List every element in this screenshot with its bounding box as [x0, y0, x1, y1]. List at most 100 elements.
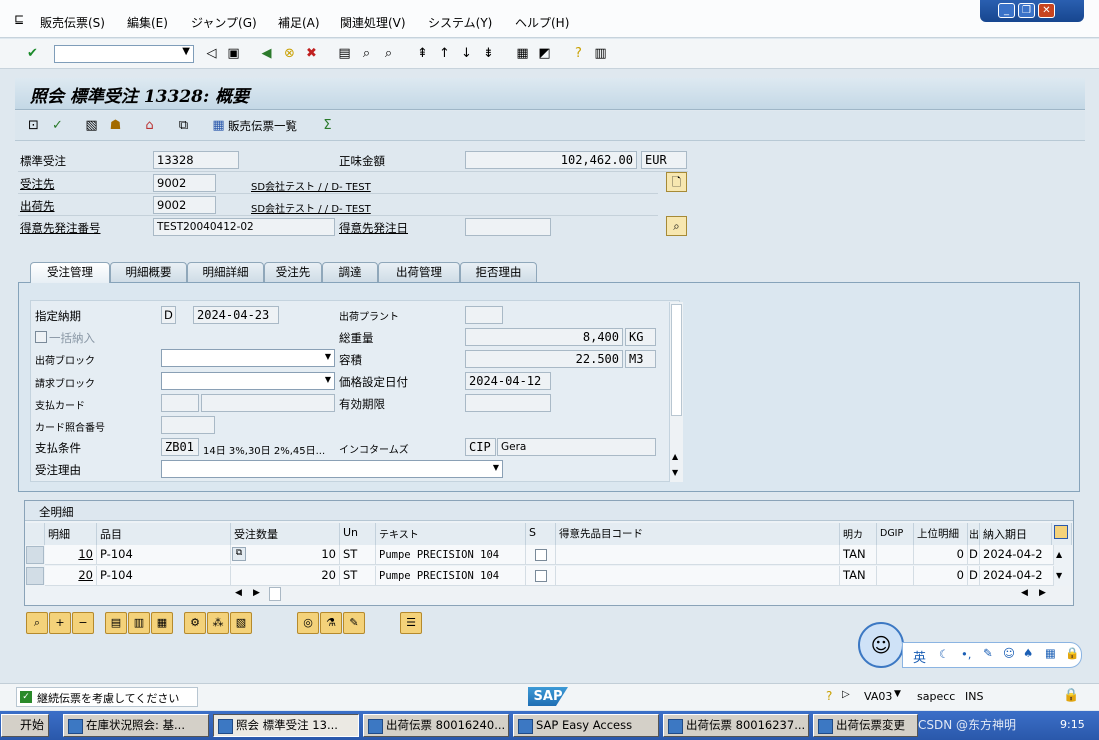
sales-doc-list-button[interactable]: 販売伝票一覧	[228, 118, 297, 134]
pricing-icon[interactable]: ▧	[230, 612, 252, 634]
complete-delivery-checkbox[interactable]	[35, 331, 47, 343]
col-dgip[interactable]: DGIP	[877, 523, 914, 545]
partner-icon[interactable]: ☗	[107, 117, 124, 134]
select-block-icon[interactable]: ▥	[128, 612, 150, 634]
find-next-icon[interactable]: ⌕	[380, 45, 397, 62]
hscroll-thumb[interactable]	[269, 587, 281, 601]
scroll-down-icon[interactable]: ▼	[672, 468, 678, 477]
col-material[interactable]: 品目	[97, 523, 231, 545]
select-all-icon[interactable]: ▤	[105, 612, 127, 634]
valid-to-field[interactable]	[465, 394, 551, 412]
help-icon[interactable]: ?	[570, 45, 587, 62]
weight-unit-field[interactable]: KG	[625, 328, 656, 346]
table-row-delivery-flag[interactable]: D	[968, 545, 980, 565]
new-session-icon[interactable]: ▦	[514, 45, 531, 62]
scroll-thumb[interactable]	[671, 304, 682, 416]
col-unit[interactable]: Un	[340, 523, 376, 545]
po-number-field[interactable]: TEST20040412-02	[153, 218, 335, 236]
structure-icon[interactable]: ⁂	[207, 612, 229, 634]
tab-procurement[interactable]: 調達	[322, 262, 378, 282]
table-row-customer-material[interactable]	[556, 566, 840, 586]
row-selector[interactable]	[26, 546, 44, 564]
order-number-field[interactable]: 13328	[153, 151, 239, 169]
table-scroll-up-icon[interactable]: ▲	[1056, 550, 1062, 559]
table-row-category[interactable]: TAN	[840, 566, 877, 586]
select-all-header[interactable]	[25, 523, 45, 545]
card-type-field[interactable]	[161, 394, 199, 412]
f4-help-icon[interactable]: ⧉	[232, 547, 246, 561]
ship-to-field[interactable]: 9002	[153, 196, 216, 214]
wrench-icon[interactable]: ✎	[983, 646, 993, 660]
check-icon[interactable]: ✓	[49, 117, 66, 134]
taskbar-item[interactable]: 出荷伝票 80016237...	[663, 714, 809, 737]
tab-shipping[interactable]: 出荷管理	[378, 262, 460, 282]
po-date-label[interactable]: 得意先発注日	[339, 220, 408, 236]
menu-extras[interactable]: 補足(A)	[278, 14, 320, 31]
shortcut-icon[interactable]: ◩	[536, 45, 553, 62]
shirt-icon[interactable]: ♠	[1023, 646, 1033, 660]
lock-icon[interactable]: 🔒	[1065, 646, 1079, 660]
req-delivery-type-field[interactable]: D	[161, 306, 176, 324]
table-row-higher-item[interactable]: 0	[914, 566, 968, 586]
table-row-unit[interactable]: ST	[340, 566, 376, 586]
search-detail-icon[interactable]: ⌕	[666, 216, 687, 236]
start-button[interactable]: 开始	[1, 714, 49, 737]
save-icon[interactable]: ▣	[225, 45, 242, 62]
table-row-higher-item[interactable]: 0	[914, 545, 968, 565]
emoji-icon[interactable]: ☺	[1003, 646, 1015, 660]
next-page-icon[interactable]: ↓	[458, 45, 475, 62]
display-icon[interactable]: ⊡	[25, 117, 42, 134]
availability-icon[interactable]: ◎	[297, 612, 319, 634]
delete-row-icon[interactable]: −	[72, 612, 94, 634]
document-icon[interactable]: 🗋	[666, 172, 687, 192]
scroll-left-icon[interactable]: ◀	[1021, 588, 1028, 598]
table-hscrollbar[interactable]: ◀ ▶ ◀ ▶	[231, 586, 1071, 602]
col-status[interactable]: S	[526, 523, 556, 545]
col-customer-material[interactable]: 得意先品目コード	[556, 523, 840, 545]
taskbar-item[interactable]: 出荷伝票 80016240...	[363, 714, 509, 737]
panel-scrollbar[interactable]: ▲ ▼	[669, 302, 683, 482]
ime-mascot-icon[interactable]: ☺	[858, 622, 904, 668]
table-row-qty[interactable]: 20	[231, 566, 340, 586]
plant-field[interactable]	[465, 306, 503, 324]
row-selector[interactable]	[26, 567, 44, 585]
delivery-block-dropdown[interactable]	[161, 349, 335, 367]
menu-system[interactable]: システム(Y)	[428, 14, 492, 31]
table-row-item[interactable]: 10	[45, 545, 97, 565]
table-row-delivery-flag[interactable]: D	[968, 566, 980, 586]
currency-field[interactable]: EUR	[641, 151, 687, 169]
tab-sales[interactable]: 受注管理	[30, 262, 110, 283]
table-row-unit[interactable]: ST	[340, 545, 376, 565]
row-checkbox[interactable]	[535, 570, 547, 582]
scroll-left-icon[interactable]: ◀	[235, 588, 242, 598]
tab-item-overview[interactable]: 明細概要	[110, 262, 187, 282]
menu-goto[interactable]: ジャンプ(G)	[191, 14, 257, 31]
scroll-up-icon[interactable]: ▲	[672, 452, 678, 461]
table-row-dgip[interactable]	[877, 566, 914, 586]
find-icon[interactable]: ⌕	[358, 45, 375, 62]
list-icon[interactable]: ▦	[210, 117, 227, 134]
lock-icon[interactable]: 🔒	[1063, 688, 1079, 703]
table-row-dgip[interactable]	[877, 545, 914, 565]
home-icon[interactable]: ⌂	[141, 117, 158, 134]
taskbar-item[interactable]: SAP Easy Access	[513, 714, 659, 737]
col-delivery-date[interactable]: 納入期日	[980, 523, 1052, 545]
print-preview-icon[interactable]: ☰	[400, 612, 422, 634]
ship-to-label[interactable]: 出荷先	[20, 198, 55, 214]
incoterms-place-field[interactable]: Gera	[497, 438, 656, 456]
total-weight-field[interactable]: 8,400	[465, 328, 623, 346]
deselect-all-icon[interactable]: ▦	[151, 612, 173, 634]
req-delivery-date-field[interactable]: 2024-04-23	[193, 306, 279, 324]
batch-icon[interactable]: ⚗	[320, 612, 342, 634]
copy-icon[interactable]: ⧉	[175, 117, 192, 134]
payment-terms-field[interactable]: ZB01	[161, 438, 199, 456]
table-scroll-down-icon[interactable]: ▼	[1056, 571, 1062, 580]
edit-icon[interactable]: ✎	[343, 612, 365, 634]
pricing-date-field[interactable]: 2024-04-12	[465, 372, 551, 390]
billing-block-dropdown[interactable]	[161, 372, 335, 390]
tab-item-detail[interactable]: 明細詳細	[187, 262, 264, 282]
minimize-button[interactable]: _	[998, 3, 1015, 18]
col-text[interactable]: テキスト	[376, 523, 526, 545]
taskbar-item[interactable]: 照会 標準受注 13...	[213, 714, 359, 737]
previous-page-icon[interactable]: ↑	[436, 45, 453, 62]
